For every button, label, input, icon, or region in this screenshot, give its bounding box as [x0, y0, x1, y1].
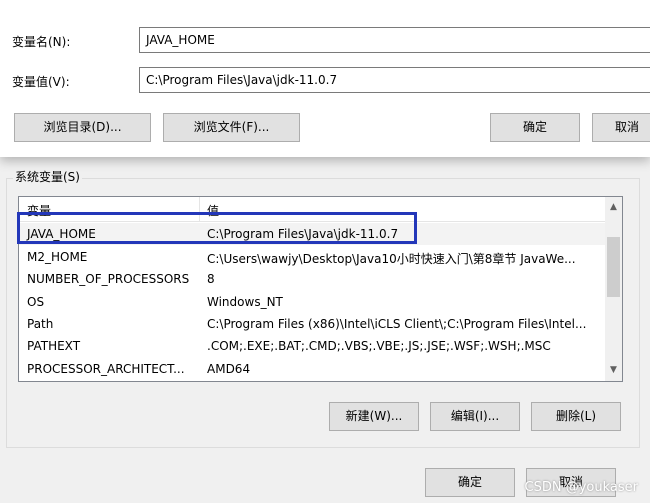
browse-directory-button[interactable]: 浏览目录(D)...: [14, 113, 151, 142]
new-variable-button[interactable]: 新建(W)...: [329, 402, 419, 431]
table-row[interactable]: PATHEXT .COM;.EXE;.BAT;.CMD;.VBS;.VBE;.J…: [19, 335, 605, 357]
watermark: CSDN @youkaser: [524, 480, 638, 495]
variable-value-cell: 8: [207, 272, 215, 286]
variable-value-cell: C:\Users\wawjy\Desktop\Java10小时快速入门\第8章节…: [207, 252, 576, 266]
variable-name-cell: NUMBER_OF_PROCESSORS: [27, 272, 190, 286]
scrollbar-thumb[interactable]: [607, 237, 620, 297]
table-row[interactable]: NUMBER_OF_PROCESSORS 8: [19, 268, 605, 290]
variable-value-cell: C:\Program Files (x86)\Intel\iCLS Client…: [207, 317, 587, 331]
vertical-scrollbar[interactable]: ▲ ▼: [605, 197, 622, 381]
table-row[interactable]: Path C:\Program Files (x86)\Intel\iCLS C…: [19, 313, 605, 335]
variable-name-cell: PATHEXT: [27, 339, 81, 353]
variable-name-cell: OS: [27, 295, 45, 309]
edit-variable-button[interactable]: 编辑(I)...: [430, 402, 520, 431]
variable-name-label: 变量名(N):: [12, 35, 71, 49]
system-variables-title: 系统变量(S): [13, 168, 82, 185]
table-row[interactable]: M2_HOME C:\Users\wawjy\Desktop\Java10小时快…: [19, 246, 605, 268]
edit-variable-dialog: 变量名(N): JAVA_HOME 变量值(V): C:\Program Fil…: [0, 0, 650, 157]
browse-file-button[interactable]: 浏览文件(F)...: [163, 113, 300, 142]
variable-value-field[interactable]: C:\Program Files\Java\jdk-11.0.7: [139, 67, 650, 93]
variable-value-label: 变量值(V):: [12, 75, 70, 89]
variable-name-field[interactable]: JAVA_HOME: [139, 27, 650, 53]
cancel-button[interactable]: 取消: [592, 113, 650, 142]
scroll-down-arrow-icon[interactable]: ▼: [605, 362, 622, 379]
highlight-box: [17, 212, 417, 244]
variable-name-cell: M2_HOME: [27, 250, 88, 264]
variable-value-cell: Windows_NT: [207, 295, 283, 309]
variable-name-cell: PROCESSOR_ARCHITECT...: [27, 362, 185, 376]
dialog-ok-button[interactable]: 确定: [425, 468, 515, 497]
ok-button[interactable]: 确定: [490, 113, 580, 142]
variable-name-cell: Path: [27, 317, 54, 331]
scroll-up-arrow-icon[interactable]: ▲: [605, 199, 622, 216]
delete-variable-button[interactable]: 删除(L): [531, 402, 621, 431]
variable-value-cell: AMD64: [207, 362, 251, 376]
table-row[interactable]: PROCESSOR_ARCHITECT... AMD64: [19, 358, 605, 380]
table-row[interactable]: OS Windows_NT: [19, 291, 605, 313]
variable-value-cell: .COM;.EXE;.BAT;.CMD;.VBS;.VBE;.JS;.JSE;.…: [207, 339, 551, 353]
